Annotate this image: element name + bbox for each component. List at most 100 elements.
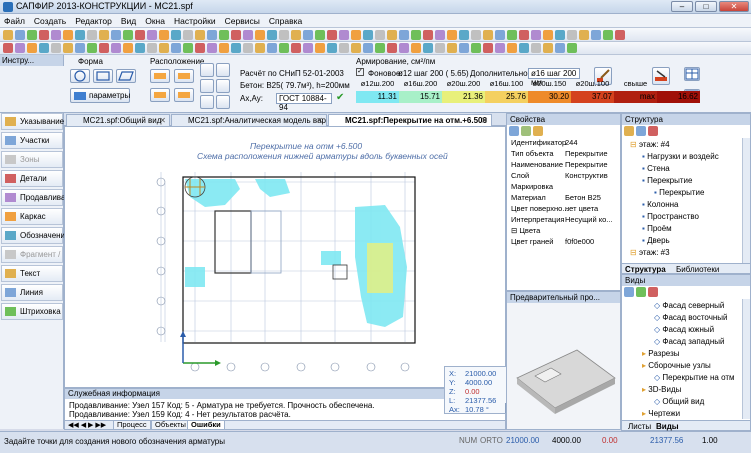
close-tab-icon[interactable]: ✕ — [481, 115, 488, 126]
toolbar-button-icon[interactable] — [507, 29, 517, 40]
view-tree-item[interactable]: ▸ Разрезы — [642, 349, 680, 358]
toolbar-button-icon[interactable] — [159, 29, 169, 40]
view-tree-item[interactable]: ▸ 3D-Виды — [642, 385, 681, 394]
toolbar-button-icon[interactable] — [327, 43, 337, 53]
toolbar-button-icon[interactable] — [615, 29, 625, 40]
toolbar-button-icon[interactable] — [15, 43, 25, 53]
coord-ax-value[interactable]: 10.78 ° — [465, 405, 489, 414]
menu-services[interactable]: Сервисы — [225, 16, 260, 26]
structure-tree-item[interactable]: ▪ Перекрытие — [654, 188, 704, 197]
toolbar-button-icon[interactable] — [231, 43, 241, 53]
tool-marking[interactable]: Обозначение — [1, 227, 69, 244]
toolbar-button-icon[interactable] — [243, 43, 253, 53]
toolbar-button-icon[interactable] — [51, 29, 61, 40]
toolbar-button-icon[interactable] — [87, 29, 97, 40]
view-tree-item[interactable]: ◇ Фасад западный — [654, 337, 724, 346]
tool-zone[interactable]: Зоны диафр — [1, 151, 63, 179]
tab-nav-arrows[interactable]: ◀◀ ◀ ▶ ▶▶ — [68, 421, 106, 429]
view-tree-item[interactable]: ◇ Перекрытие на отм — [654, 373, 735, 382]
toolbar-button-icon[interactable] — [543, 29, 553, 40]
toolbar-button-icon[interactable] — [555, 43, 565, 53]
toolbar-button-icon[interactable] — [447, 43, 457, 53]
toolbar-button-icon[interactable] — [3, 43, 13, 53]
property-row[interactable]: Цвет граней f0f0e000 — [509, 237, 620, 247]
category-icon[interactable] — [521, 126, 531, 136]
toolbar-button-icon[interactable] — [219, 43, 229, 53]
toolbar-button-icon[interactable] — [255, 43, 265, 53]
toolbar-button-icon[interactable] — [471, 29, 481, 40]
align-button-1[interactable] — [200, 63, 214, 77]
location-button-4[interactable] — [174, 88, 194, 102]
toolbar-button-icon[interactable] — [531, 29, 541, 40]
sort-icon[interactable] — [509, 126, 519, 136]
toolbar-button-icon[interactable] — [363, 43, 373, 53]
toolbar-button-icon[interactable] — [219, 29, 229, 40]
tab-slab-plan[interactable]: МС21.spf:Перекрытие на отм.+6.500 ✕ — [328, 114, 492, 126]
structure-tree-item[interactable]: ▪ Перекрытие — [642, 176, 692, 185]
toolbar-button-icon[interactable] — [279, 43, 289, 53]
toolbar-button-icon[interactable] — [291, 29, 301, 40]
toolbar-button-icon[interactable] — [171, 29, 181, 40]
toolbar-button-icon[interactable] — [423, 29, 433, 40]
toolbar-button-icon[interactable] — [111, 29, 121, 40]
toolbar-button-icon[interactable] — [279, 29, 289, 40]
new-view-icon[interactable] — [624, 287, 634, 297]
gost-select[interactable]: ГОСТ 10884-94 — [276, 93, 332, 112]
toolbar-button-icon[interactable] — [183, 29, 193, 40]
toolbar-button-icon[interactable] — [555, 29, 565, 40]
tool-detail[interactable]: Детали — [1, 170, 63, 187]
delete-view-icon[interactable] — [648, 287, 658, 297]
menu-create[interactable]: Создать — [34, 16, 66, 26]
coord-z-value[interactable]: 0.00 — [465, 387, 480, 396]
tab-process[interactable]: Процесс — [113, 421, 151, 430]
toolbar-button-icon[interactable] — [315, 29, 325, 40]
toolbar-button-icon[interactable] — [483, 43, 493, 53]
tab-libraries[interactable]: Библиотеки — [676, 265, 719, 274]
toolbar-button-icon[interactable] — [243, 29, 253, 40]
toolbar-button-icon[interactable] — [111, 43, 121, 53]
toolbar-button-icon[interactable] — [543, 43, 553, 53]
structure-tree-item[interactable]: ▪ Проём — [642, 224, 672, 233]
parameters-button[interactable]: параметры — [70, 88, 130, 103]
menu-file[interactable]: Файл — [4, 16, 25, 26]
property-row[interactable]: Интерпретация Несущий ко... — [509, 215, 620, 225]
coord-y-value[interactable]: 4000.00 — [465, 378, 492, 387]
toolbar-button-icon[interactable] — [75, 29, 85, 40]
coord-x-value[interactable]: 21000.00 — [465, 369, 496, 378]
toolbar-button-icon[interactable] — [423, 43, 433, 53]
close-tab-icon[interactable]: ✕ — [316, 115, 323, 126]
tab-analytic-model[interactable]: МС21.spf:Аналитическая модель вариант 1 … — [171, 114, 327, 126]
align-button-6[interactable] — [216, 95, 230, 109]
view-tree-item[interactable]: ◇ Фасад северный — [654, 301, 724, 310]
additional-select[interactable]: ø16 шаг 200 мм — [528, 68, 580, 87]
toolbar-button-icon[interactable] — [3, 29, 13, 40]
shape-rect-button[interactable] — [93, 69, 113, 83]
folder-icon[interactable] — [624, 126, 634, 136]
toolbar-button-icon[interactable] — [135, 29, 145, 40]
menu-view[interactable]: Вид — [121, 16, 136, 26]
property-row[interactable]: Цвет поверхно... нет цвета — [509, 204, 620, 214]
shape-parallelogram-button[interactable] — [116, 69, 136, 83]
toolbar-button-icon[interactable] — [267, 29, 277, 40]
toolbar-button-icon[interactable] — [135, 43, 145, 53]
toolbar-button-icon[interactable] — [483, 29, 493, 40]
toolbar-button-icon[interactable] — [87, 43, 97, 53]
tool-line[interactable]: Линия — [1, 284, 63, 301]
close-button[interactable]: ✕ — [719, 1, 749, 12]
toolbar-button-icon[interactable] — [39, 29, 49, 40]
toolbar-button-icon[interactable] — [519, 29, 529, 40]
toolbar-button-icon[interactable] — [315, 43, 325, 53]
toolbar-button-icon[interactable] — [99, 29, 109, 40]
toolbar-button-icon[interactable] — [195, 29, 205, 40]
toolbar-button-icon[interactable] — [183, 43, 193, 53]
toolbar-button-icon[interactable] — [39, 43, 49, 53]
toolbar-button-icon[interactable] — [27, 43, 37, 53]
toolbar-button-icon[interactable] — [579, 29, 589, 40]
toolbar-button-icon[interactable] — [303, 29, 313, 40]
structure-tree-item[interactable]: ▪ Нагрузки и воздейс — [642, 152, 719, 161]
views-scrollbar[interactable] — [742, 299, 750, 419]
toolbar-button-icon[interactable] — [147, 43, 157, 53]
toolbar-button-icon[interactable] — [51, 43, 61, 53]
tool-hatch[interactable]: Штриховка — [1, 303, 63, 320]
toolbar-button-icon[interactable] — [123, 43, 133, 53]
